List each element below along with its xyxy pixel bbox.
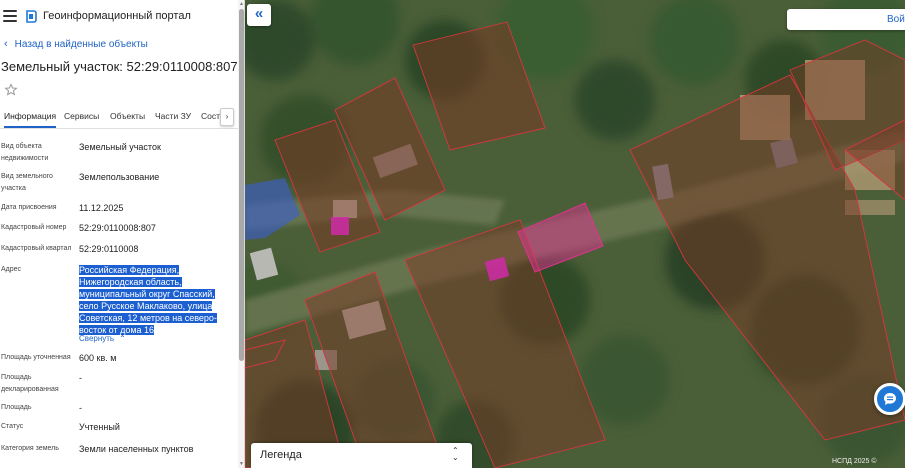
property-label: Кадастровый номер: [1, 224, 67, 231]
address-line: Нижегородская область,: [79, 277, 182, 287]
top-bar: Геоинформационный портал: [0, 0, 244, 32]
property-label: Вид объекта недвижимости: [1, 143, 49, 162]
login-button[interactable]: Войти: [787, 9, 905, 30]
property-value: 11.12.2025: [79, 203, 124, 213]
property-label: Площадь уточненная: [1, 354, 71, 361]
tab-composition[interactable]: Состав: [201, 105, 220, 128]
property-label: Вид земельного участка: [1, 173, 53, 192]
property-value: Землепользование: [79, 172, 160, 182]
satellite-imagery[interactable]: [245, 0, 905, 468]
property-value: 52:29:0110008: [79, 244, 139, 254]
back-link-label: Назад в найденные объекты: [14, 38, 148, 50]
portal-logo-icon: [26, 9, 37, 23]
chevron-up-down-icon: ⌃ ⌄: [452, 446, 459, 462]
map-view[interactable]: « Войти Легенда ⌃⌄ НСПД 2025 ©: [245, 0, 905, 468]
star-outline-icon[interactable]: [4, 83, 18, 97]
collapse-address-link[interactable]: Свернуть ⌃: [79, 334, 126, 343]
property-value: Земельный участок: [79, 142, 161, 152]
tab-services[interactable]: Сервисы: [64, 105, 99, 128]
app-title: Геоинформационный портал: [43, 10, 191, 22]
property-label: Адрес: [1, 266, 22, 273]
tab-bar: Информация Сервисы Объекты Части ЗУ Сост…: [0, 105, 244, 129]
property-label: Дата присвоения: [1, 204, 57, 211]
property-label: Площадь декларированная: [1, 374, 59, 393]
address-value[interactable]: Российская Федерация, Нижегородская обла…: [79, 264, 229, 336]
info-panel: Геоинформационный портал ‹ Назад в найде…: [0, 0, 245, 468]
property-value: -: [79, 403, 82, 413]
tab-information[interactable]: Информация: [4, 105, 57, 128]
property-value: Учтенный: [79, 422, 120, 432]
address-line: Советская, 12 метров на северо-: [79, 313, 217, 323]
tab-objects[interactable]: Объекты: [110, 105, 145, 128]
chevron-right-icon: ›: [225, 112, 229, 121]
property-label: Категория земель: [1, 445, 59, 452]
property-value: 600 кв. м: [79, 353, 117, 363]
address-line: муниципальный округ Спасский,: [79, 289, 215, 299]
back-to-results-link[interactable]: ‹ Назад в найденные объекты: [0, 32, 244, 56]
legend-dropdown[interactable]: Легенда ⌃ ⌄: [251, 443, 472, 468]
collapse-link-label: Свернуть: [79, 334, 115, 343]
property-label: Статус: [1, 423, 24, 430]
address-line: Российская Федерация,: [79, 265, 180, 275]
collapse-panel-button[interactable]: «: [247, 4, 271, 26]
scroll-down-arrow-icon[interactable]: ▼: [239, 461, 244, 467]
address-line: село Русское Маклаково, улица: [79, 301, 213, 311]
chat-button[interactable]: [874, 383, 905, 415]
parcel-marker: [331, 217, 349, 235]
property-label: Площадь: [1, 404, 32, 411]
map-copyright: НСПД 2025 ©: [832, 458, 877, 465]
scroll-up-arrow-icon[interactable]: ▲: [239, 1, 244, 7]
chevron-left-icon: ‹: [4, 37, 8, 50]
double-chevron-left-icon: «: [254, 5, 264, 22]
property-value: -: [79, 373, 82, 383]
property-value: 52:29:0110008:807: [79, 223, 156, 233]
chat-bubble-icon: [884, 393, 896, 405]
property-value: Земли населенных пунктов: [79, 444, 194, 454]
hamburger-menu-icon[interactable]: [3, 10, 17, 22]
scrollbar-thumb[interactable]: [239, 9, 244, 361]
property-label: Кадастровый квартал: [1, 245, 72, 252]
tab-scroll-right-button[interactable]: ›: [220, 108, 234, 126]
sidebar-scrollbar[interactable]: ▲ ▼: [238, 0, 244, 468]
object-title: Земельный участок: 52:29:0110008:807: [1, 58, 238, 74]
chevron-up-icon: ⌃: [119, 334, 126, 343]
legend-label: Легенда: [260, 449, 302, 461]
tab-land-parts[interactable]: Части ЗУ: [155, 105, 191, 128]
